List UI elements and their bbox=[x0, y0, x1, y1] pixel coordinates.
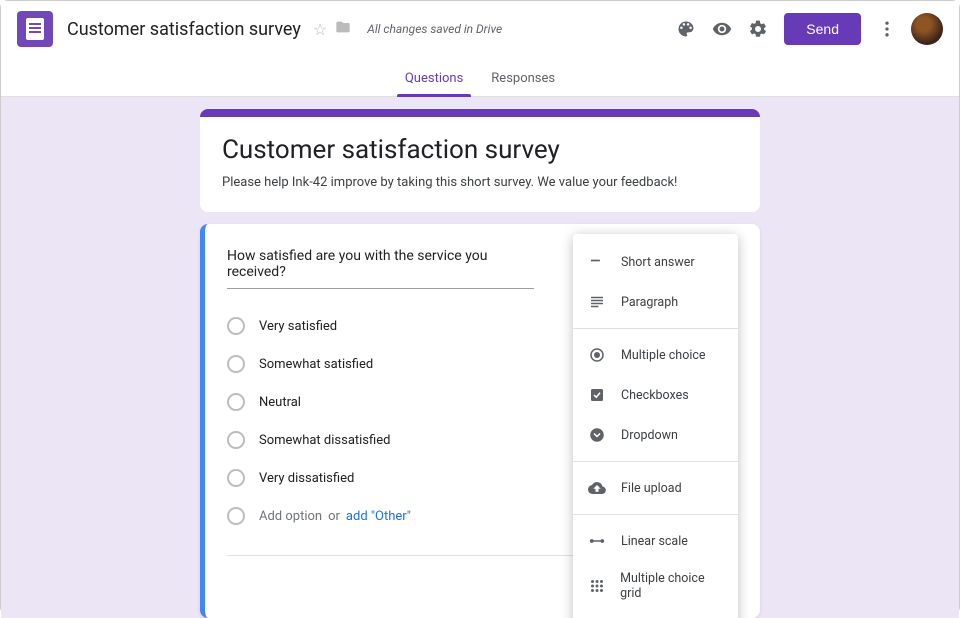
menu-divider bbox=[573, 461, 738, 462]
add-other-button[interactable]: add "Other" bbox=[346, 509, 411, 524]
form-canvas: Customer satisfaction survey Please help… bbox=[1, 97, 959, 618]
question-title-input[interactable]: How satisfied are you with the service y… bbox=[227, 244, 534, 289]
paragraph-icon bbox=[587, 292, 607, 312]
or-text: or bbox=[328, 509, 340, 524]
option-label[interactable]: Very dissatisfied bbox=[259, 471, 354, 486]
app-header: Customer satisfaction survey ☆ All chang… bbox=[1, 1, 959, 57]
option-label[interactable]: Somewhat dissatisfied bbox=[259, 433, 390, 448]
radio-checked-icon bbox=[587, 345, 607, 365]
option-label[interactable]: Somewhat satisfied bbox=[259, 357, 373, 372]
preview-icon[interactable] bbox=[704, 11, 740, 47]
radio-icon bbox=[227, 431, 245, 449]
menu-label: Paragraph bbox=[621, 295, 678, 310]
menu-short-answer[interactable]: Short answer bbox=[573, 242, 738, 282]
menu-label: Checkboxes bbox=[621, 388, 689, 403]
menu-label: Multiple choice grid bbox=[620, 571, 724, 601]
tabs-bar: Questions Responses bbox=[1, 57, 959, 97]
linear-scale-icon bbox=[587, 531, 607, 551]
palette-icon[interactable] bbox=[668, 11, 704, 47]
radio-icon bbox=[227, 507, 245, 525]
checkbox-icon bbox=[587, 385, 607, 405]
menu-multiple-choice[interactable]: Multiple choice bbox=[573, 335, 738, 375]
form-description[interactable]: Please help Ink-42 improve by taking thi… bbox=[222, 175, 738, 190]
menu-checkboxes[interactable]: Checkboxes bbox=[573, 375, 738, 415]
grid-dots-icon bbox=[587, 576, 606, 596]
menu-label: Short answer bbox=[621, 255, 695, 270]
more-icon[interactable] bbox=[869, 11, 905, 47]
question-type-menu: Short answer Paragraph Multiple choice C… bbox=[573, 234, 738, 618]
cloud-upload-icon bbox=[587, 478, 607, 498]
form-title[interactable]: Customer satisfaction survey bbox=[222, 135, 738, 165]
tab-questions[interactable]: Questions bbox=[391, 61, 477, 96]
option-label[interactable]: Very satisfied bbox=[259, 319, 337, 334]
radio-icon bbox=[227, 393, 245, 411]
folder-icon[interactable] bbox=[335, 19, 351, 39]
forms-logo[interactable] bbox=[17, 11, 53, 47]
settings-icon[interactable] bbox=[740, 11, 776, 47]
save-status: All changes saved in Drive bbox=[367, 22, 502, 36]
menu-label: Dropdown bbox=[621, 428, 678, 443]
menu-linear-scale[interactable]: Linear scale bbox=[573, 521, 738, 561]
document-title[interactable]: Customer satisfaction survey bbox=[67, 19, 301, 40]
menu-divider bbox=[573, 328, 738, 329]
menu-paragraph[interactable]: Paragraph bbox=[573, 282, 738, 322]
dropdown-icon bbox=[587, 425, 607, 445]
avatar[interactable] bbox=[911, 13, 943, 45]
send-button[interactable]: Send bbox=[784, 13, 861, 45]
menu-label: Multiple choice bbox=[621, 348, 706, 363]
tab-responses[interactable]: Responses bbox=[477, 61, 569, 96]
menu-label: Linear scale bbox=[621, 534, 688, 549]
menu-mc-grid[interactable]: Multiple choice grid bbox=[573, 561, 738, 611]
menu-file-upload[interactable]: File upload bbox=[573, 468, 738, 508]
form-header-card[interactable]: Customer satisfaction survey Please help… bbox=[200, 109, 760, 212]
menu-label: File upload bbox=[621, 481, 682, 496]
menu-divider bbox=[573, 514, 738, 515]
short-answer-icon bbox=[587, 252, 607, 272]
radio-icon bbox=[227, 469, 245, 487]
add-option-button[interactable]: Add option bbox=[259, 509, 322, 524]
radio-icon bbox=[227, 317, 245, 335]
menu-dropdown[interactable]: Dropdown bbox=[573, 415, 738, 455]
star-icon[interactable]: ☆ bbox=[313, 20, 327, 39]
option-label[interactable]: Neutral bbox=[259, 395, 301, 410]
radio-icon bbox=[227, 355, 245, 373]
